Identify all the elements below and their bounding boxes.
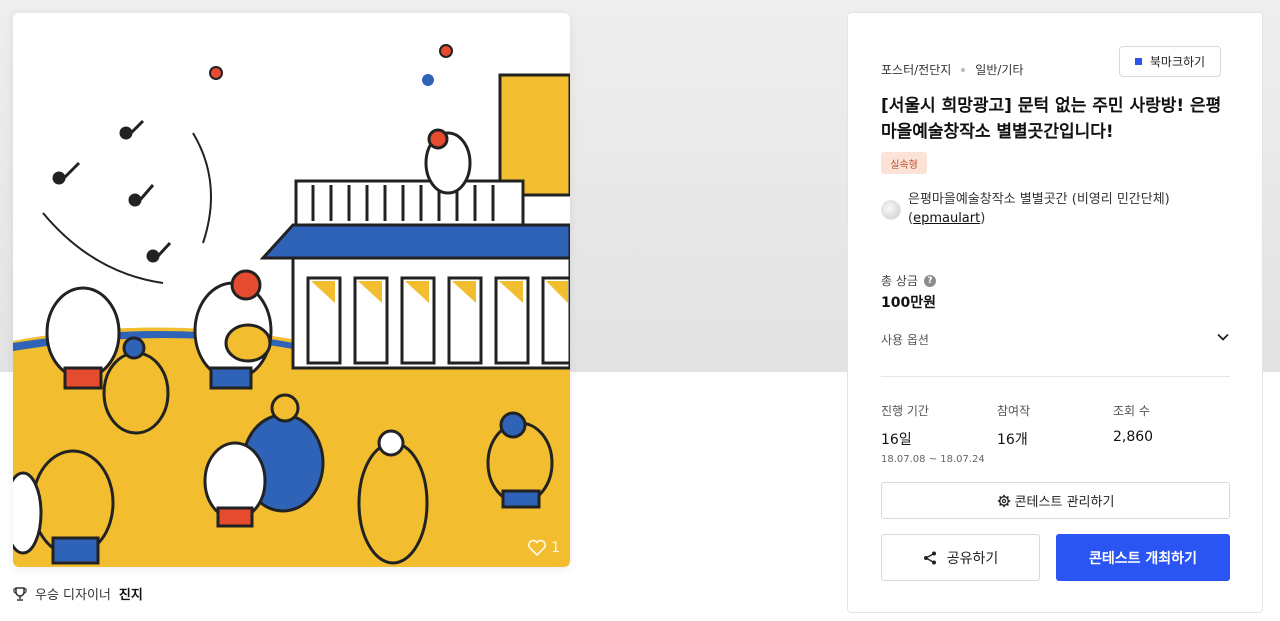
gear-icon	[997, 494, 1010, 507]
stat-views: 조회 수 2,860	[1113, 402, 1153, 445]
contest-info-panel: 포스터/전단지 일반/기타 북마크하기 [서울시 희망광고] 문턱 없는 주민 …	[847, 12, 1263, 613]
divider	[881, 376, 1230, 377]
stat-duration: 진행 기간 16일 18.07.08 ~ 18.07.24	[881, 402, 985, 465]
help-icon[interactable]: ?	[923, 274, 936, 287]
prize-label-text: 총 상금	[881, 274, 918, 288]
host-avatar	[881, 200, 901, 220]
host-contest-button[interactable]: 콘테스트 개최하기	[1056, 534, 1230, 581]
like-counter[interactable]: 1	[527, 539, 560, 557]
artwork-illustration	[13, 44, 570, 567]
breadcrumb-category[interactable]: 포스터/전단지	[881, 61, 951, 78]
host-info: 은평마을예술창작소 별별곳간 (비영리 민간단체) (epmaulart)	[881, 190, 1221, 228]
stat-duration-label: 진행 기간	[881, 404, 929, 418]
manage-contest-button[interactable]: 콘테스트 관리하기	[881, 482, 1230, 519]
host-close-paren: )	[980, 211, 986, 226]
winner-name[interactable]: 진지	[119, 584, 143, 603]
prize-label: 총 상금 ?	[881, 272, 936, 289]
stat-entries-value: 16개	[997, 432, 1028, 448]
trophy-icon	[13, 586, 27, 601]
stat-entries-label: 참여작	[997, 404, 1031, 418]
contest-title: [서울시 희망광고] 문턱 없는 주민 사랑방! 은평마을예술창작소 별별곳간입…	[881, 96, 1222, 142]
stat-duration-value: 16일	[881, 432, 912, 448]
chevron-down-icon	[1217, 333, 1229, 341]
stat-views-label: 조회 수	[1113, 404, 1150, 418]
prize-value: 100만원	[881, 295, 936, 311]
stat-duration-range: 18.07.08 ~ 18.07.24	[881, 454, 985, 465]
heart-outline-icon	[528, 539, 547, 557]
usage-options-toggle[interactable]: 사용 옵션	[881, 331, 1230, 348]
share-button[interactable]: 공유하기	[881, 534, 1040, 581]
usage-options-label: 사용 옵션	[881, 333, 929, 347]
bookmark-icon	[1134, 58, 1142, 65]
bookmark-button[interactable]: 북마크하기	[1119, 46, 1221, 77]
plan-badge: 실속형	[881, 152, 927, 174]
like-count: 1	[551, 540, 560, 556]
breadcrumb-subcategory[interactable]: 일반/기타	[975, 61, 1023, 78]
share-icon	[923, 551, 936, 564]
winner-label: 우승 디자이너	[35, 588, 111, 603]
breadcrumb-separator	[961, 67, 966, 72]
share-label: 공유하기	[946, 550, 999, 567]
breadcrumb: 포스터/전단지 일반/기타	[881, 61, 1024, 78]
manage-contest-label: 콘테스트 관리하기	[1014, 495, 1115, 510]
stat-views-value: 2,860	[1113, 429, 1154, 445]
host-handle-link[interactable]: epmaulart	[913, 211, 980, 226]
bookmark-label: 북마크하기	[1149, 55, 1206, 69]
stat-entries: 참여작 16개	[997, 402, 1030, 449]
winner-info: 우승 디자이너 진지	[13, 584, 143, 603]
contest-artwork[interactable]: 1	[13, 13, 570, 567]
